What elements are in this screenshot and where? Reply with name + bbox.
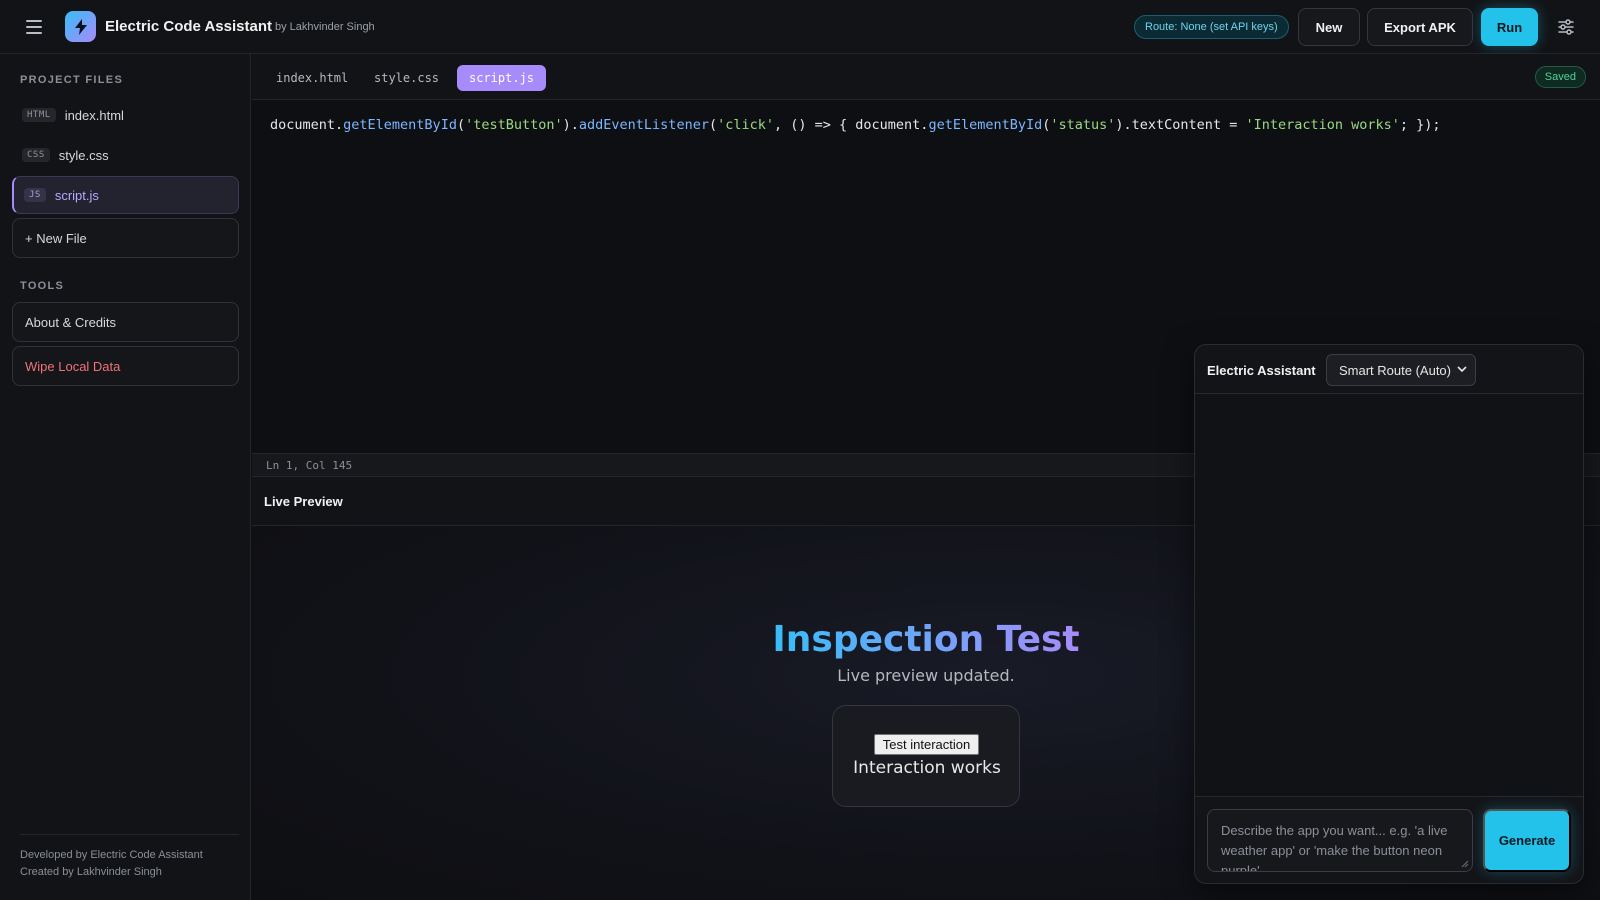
code-token-function: getElementById xyxy=(343,117,457,133)
menu-icon[interactable] xyxy=(22,15,46,39)
bolt-icon xyxy=(65,11,96,42)
code-token: ). xyxy=(562,117,579,133)
code-token-string: 'status' xyxy=(1050,117,1116,133)
sidebar-footer: Developed by Electric Code Assistant Cre… xyxy=(20,834,239,881)
code-token-string: 'click' xyxy=(717,117,774,133)
preview-heading: Inspection Test xyxy=(772,619,1080,660)
file-name: script.js xyxy=(54,187,99,203)
resize-handle-icon[interactable] xyxy=(1461,860,1469,868)
tools-heading: TOOLS xyxy=(20,280,65,292)
code-token: , () => { document. xyxy=(774,117,929,133)
sidebar: PROJECT FILES HTML index.html CSS style.… xyxy=(0,54,251,900)
app-title: Electric Code Assistant xyxy=(105,18,272,35)
code-token: ( xyxy=(456,117,466,133)
app-subtitle: by Lakhvinder Singh xyxy=(275,21,375,33)
new-file-button[interactable]: + New File xyxy=(12,218,239,258)
footer-created-by: Created by Lakhvinder Singh xyxy=(20,866,162,878)
code-token-string: 'Interaction works' xyxy=(1245,117,1400,133)
file-name: index.html xyxy=(64,107,124,123)
prompt-input[interactable]: Describe the app you want... e.g. 'a liv… xyxy=(1207,809,1473,872)
sidebar-file-script-js[interactable]: JS script.js xyxy=(12,176,239,214)
cursor-position: Ln 1, Col 145 xyxy=(266,458,353,472)
route-select[interactable]: Smart Route (Auto) xyxy=(1326,354,1476,386)
code-token-string: 'testButton' xyxy=(465,117,563,133)
route-badge[interactable]: Route: None (set API keys) xyxy=(1134,15,1289,39)
code-token: ( xyxy=(708,117,718,133)
wipe-local-data-button[interactable]: Wipe Local Data xyxy=(12,346,239,386)
preview-title: Live Preview xyxy=(264,494,343,509)
generate-button[interactable]: Generate xyxy=(1483,809,1571,872)
prompt-placeholder: Describe the app you want... e.g. 'a liv… xyxy=(1221,823,1448,872)
file-type-tag: HTML xyxy=(22,108,56,122)
preview-card: Test interaction Interaction works xyxy=(832,705,1020,807)
route-select-value: Smart Route (Auto) xyxy=(1339,362,1451,378)
export-apk-button[interactable]: Export APK xyxy=(1367,8,1473,46)
tab-style-css[interactable]: style.css xyxy=(362,65,451,91)
new-button[interactable]: New xyxy=(1298,8,1360,46)
assistant-title: Electric Assistant xyxy=(1207,363,1316,378)
assistant-header: Electric Assistant Smart Route (Auto) xyxy=(1195,345,1583,394)
sidebar-file-index-html[interactable]: HTML index.html xyxy=(12,96,239,134)
code-token: document. xyxy=(270,117,344,133)
about-credits-button[interactable]: About & Credits xyxy=(12,302,239,342)
tab-index-html[interactable]: index.html xyxy=(264,65,360,91)
assistant-panel: Electric Assistant Smart Route (Auto) De… xyxy=(1194,344,1584,884)
editor-tabs: index.html style.css script.js Saved xyxy=(252,54,1600,100)
chevron-down-icon xyxy=(1457,366,1467,373)
assistant-footer: Describe the app you want... e.g. 'a liv… xyxy=(1195,796,1583,883)
sidebar-file-style-css[interactable]: CSS style.css xyxy=(12,136,239,174)
code-token-function: addEventListener xyxy=(578,117,709,133)
code-token: ).textContent = xyxy=(1115,117,1246,133)
project-files-heading: PROJECT FILES xyxy=(20,74,124,86)
saved-badge: Saved xyxy=(1534,66,1586,88)
test-interaction-button[interactable]: Test interaction xyxy=(874,734,979,755)
app-header: Electric Code Assistant by Lakhvinder Si… xyxy=(0,0,1600,54)
file-name: style.css xyxy=(58,147,109,163)
code-token: ; }); xyxy=(1399,117,1441,133)
tab-script-js[interactable]: script.js xyxy=(457,65,547,91)
code-token-function: getElementById xyxy=(928,117,1043,133)
run-button[interactable]: Run xyxy=(1481,8,1538,46)
file-type-tag: JS xyxy=(24,188,46,202)
sliders-icon[interactable] xyxy=(1557,18,1575,36)
file-type-tag: CSS xyxy=(22,148,50,162)
assistant-messages xyxy=(1195,394,1583,796)
footer-developed-by: Developed by Electric Code Assistant xyxy=(20,849,203,861)
preview-status: Interaction works xyxy=(853,758,1001,778)
